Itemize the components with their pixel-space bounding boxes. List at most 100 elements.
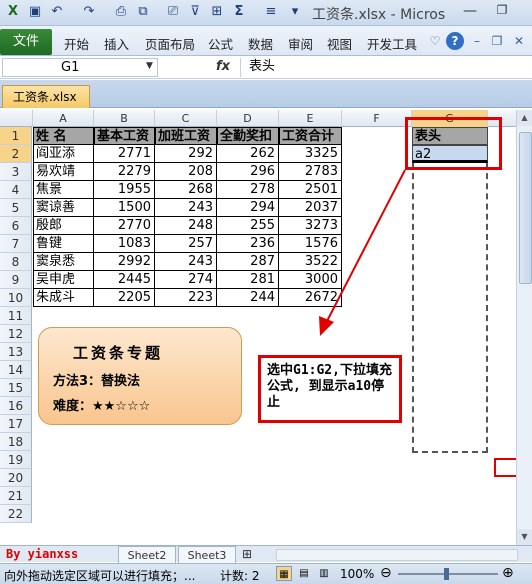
value-cell[interactable]: 255 <box>217 217 279 235</box>
ribbon-restore-icon[interactable]: ❐ <box>488 32 506 50</box>
row-header[interactable]: 5 <box>0 199 32 217</box>
column-header-a[interactable]: A <box>33 110 94 127</box>
value-cell[interactable]: 236 <box>217 235 279 253</box>
align-icon[interactable]: ≡ <box>262 3 280 21</box>
row-header[interactable]: 14 <box>0 361 32 379</box>
value-cell[interactable]: 1500 <box>94 199 155 217</box>
page-layout-view-icon[interactable]: ▤ <box>296 566 312 581</box>
name-cell[interactable]: 窦泉悉 <box>33 253 94 271</box>
name-cell[interactable]: 阎亚添 <box>33 145 94 163</box>
tab-view[interactable]: 视图 <box>327 34 352 53</box>
row-header[interactable]: 16 <box>0 397 32 415</box>
column-header-d[interactable]: D <box>217 110 279 127</box>
row-header[interactable]: 12 <box>0 325 32 343</box>
horizontal-scrollbar[interactable] <box>276 549 518 561</box>
row-header[interactable]: 15 <box>0 379 32 397</box>
minimize-icon[interactable]: — <box>456 3 484 21</box>
tab-developer[interactable]: 开发工具 <box>367 34 417 53</box>
filter-icon[interactable]: ⊽ <box>186 3 204 21</box>
table-header-cell[interactable]: 全勤奖扣 <box>217 127 279 145</box>
table-header-cell[interactable]: 姓 名 <box>33 127 94 145</box>
value-cell[interactable]: 2279 <box>94 163 155 181</box>
value-cell[interactable]: 2771 <box>94 145 155 163</box>
row-header[interactable]: 4 <box>0 181 32 199</box>
tab-formulas[interactable]: 公式 <box>208 34 233 53</box>
value-cell[interactable]: 243 <box>155 253 217 271</box>
name-cell[interactable]: 殷郎 <box>33 217 94 235</box>
zoom-slider-thumb[interactable] <box>444 568 449 580</box>
row-header[interactable]: 10 <box>0 289 32 307</box>
print-preview-icon[interactable]: ⎙ <box>112 3 130 21</box>
value-cell[interactable]: 262 <box>217 145 279 163</box>
row-header[interactable]: 8 <box>0 253 32 271</box>
row-header[interactable]: 2 <box>0 145 32 163</box>
chevron-down-icon[interactable]: ▼ <box>146 61 153 71</box>
zoom-out-icon[interactable]: ⊖ <box>380 565 392 581</box>
row-header[interactable]: 21 <box>0 487 32 505</box>
autosum-icon[interactable]: Σ <box>230 3 248 21</box>
scroll-thumb[interactable] <box>519 132 532 284</box>
page-break-view-icon[interactable]: ▥ <box>316 566 332 581</box>
name-cell[interactable]: 窦谅善 <box>33 199 94 217</box>
name-cell[interactable]: 朱成斗 <box>33 289 94 307</box>
value-cell[interactable]: 294 <box>217 199 279 217</box>
zoom-in-icon[interactable]: ⊕ <box>502 565 514 581</box>
help-icon[interactable]: ? <box>446 32 464 50</box>
value-cell[interactable]: 281 <box>217 271 279 289</box>
tab-data[interactable]: 数据 <box>248 34 273 53</box>
value-cell[interactable]: 292 <box>155 145 217 163</box>
value-cell[interactable]: 278 <box>217 181 279 199</box>
value-cell[interactable]: 274 <box>155 271 217 289</box>
value-cell[interactable]: 296 <box>217 163 279 181</box>
customize-icon[interactable]: ▾ <box>286 3 304 21</box>
insert-function-icon[interactable]: fx <box>216 59 230 74</box>
value-cell[interactable]: 268 <box>155 181 217 199</box>
camera-icon[interactable]: ⎚ <box>164 3 182 21</box>
save-icon[interactable]: ▣ <box>26 3 44 21</box>
select-all-corner[interactable] <box>0 110 33 127</box>
column-header-e[interactable]: E <box>279 110 342 127</box>
value-cell[interactable]: 244 <box>217 289 279 307</box>
value-cell[interactable]: 2445 <box>94 271 155 289</box>
ribbon-minimize-icon[interactable]: – <box>468 32 486 50</box>
scroll-down-icon[interactable]: ▼ <box>517 529 532 545</box>
row-header[interactable]: 13 <box>0 343 32 361</box>
row-header[interactable]: 18 <box>0 433 32 451</box>
redo-icon[interactable]: ↷ <box>80 3 98 21</box>
column-header-f[interactable]: F <box>342 110 412 127</box>
table-header-cell[interactable]: 工资合计 <box>279 127 342 145</box>
row-header[interactable]: 9 <box>0 271 32 289</box>
name-cell[interactable]: 焦景 <box>33 181 94 199</box>
row-header[interactable]: 7 <box>0 235 32 253</box>
row-header[interactable]: 11 <box>0 307 32 325</box>
row-header[interactable]: 22 <box>0 505 32 523</box>
name-cell[interactable]: 吴申虎 <box>33 271 94 289</box>
table-header-cell[interactable]: 基本工资 <box>94 127 155 145</box>
value-cell[interactable]: 223 <box>155 289 217 307</box>
value-cell[interactable]: 208 <box>155 163 217 181</box>
row-header[interactable]: 17 <box>0 415 32 433</box>
format-icon[interactable]: ⧉ <box>134 3 152 21</box>
table-header-cell[interactable]: 加班工资 <box>155 127 217 145</box>
value-cell[interactable]: 243 <box>155 199 217 217</box>
row-header[interactable]: 1 <box>0 127 32 145</box>
column-header-b[interactable]: B <box>94 110 155 127</box>
close-icon[interactable]: ✕ <box>510 32 528 50</box>
restore-icon[interactable]: ❐ <box>488 3 516 21</box>
insert-sheet-icon[interactable]: ⊞ <box>242 546 252 563</box>
name-cell[interactable]: 易欢靖 <box>33 163 94 181</box>
file-tab[interactable]: 文件 <box>0 29 52 55</box>
row-header[interactable]: 3 <box>0 163 32 181</box>
value-cell[interactable]: 2992 <box>94 253 155 271</box>
value-cell[interactable]: 257 <box>155 235 217 253</box>
document-tab[interactable]: 工资条.xlsx <box>2 85 90 108</box>
vertical-scrollbar[interactable]: ▲ ▼ <box>516 110 532 545</box>
value-cell[interactable]: 248 <box>155 217 217 235</box>
heart-icon[interactable]: ♡ <box>426 32 444 50</box>
name-box[interactable]: G1 <box>2 58 158 77</box>
value-cell[interactable]: 2770 <box>94 217 155 235</box>
value-cell[interactable]: 287 <box>217 253 279 271</box>
row-header[interactable]: 6 <box>0 217 32 235</box>
borders-icon[interactable]: ⊞ <box>208 3 226 21</box>
column-header-c[interactable]: C <box>155 110 217 127</box>
